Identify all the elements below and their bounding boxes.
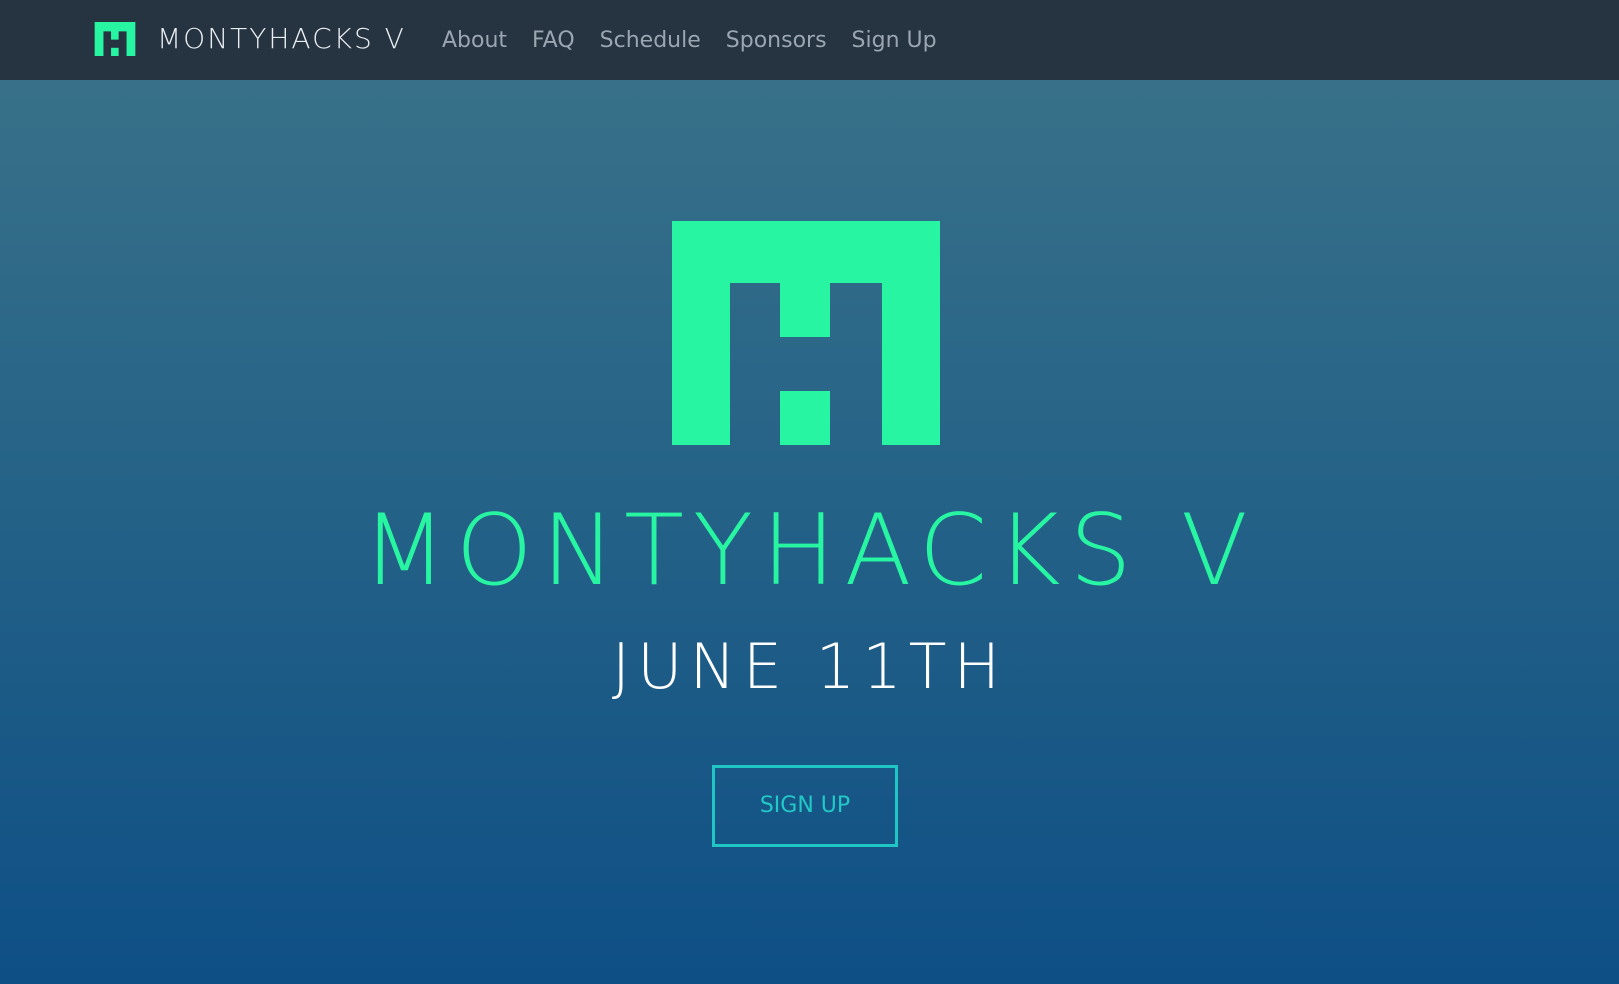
brand-home-link[interactable]: MONTYHACKS V: [93, 22, 406, 56]
montyhacks-logo-icon: [94, 22, 136, 56]
nav-link-sign-up[interactable]: Sign Up: [852, 28, 937, 53]
nav-link-sponsors[interactable]: Sponsors: [726, 28, 827, 53]
nav-link-faq[interactable]: FAQ: [532, 28, 575, 53]
montyhacks-logo-icon: [672, 221, 940, 445]
nav-link-schedule[interactable]: Schedule: [600, 28, 701, 53]
top-navbar: MONTYHACKS V About FAQ Schedule Sponsors…: [0, 0, 1619, 80]
hero-title: MONTYHACKS V: [362, 494, 1257, 608]
nav-link-about[interactable]: About: [442, 28, 507, 53]
brand-name: MONTYHACKS V: [157, 22, 406, 55]
event-date: JUNE 11TH: [611, 630, 1008, 703]
nav-links: About FAQ Schedule Sponsors Sign Up: [442, 0, 962, 80]
sign-up-button[interactable]: SIGN UP: [712, 765, 898, 847]
